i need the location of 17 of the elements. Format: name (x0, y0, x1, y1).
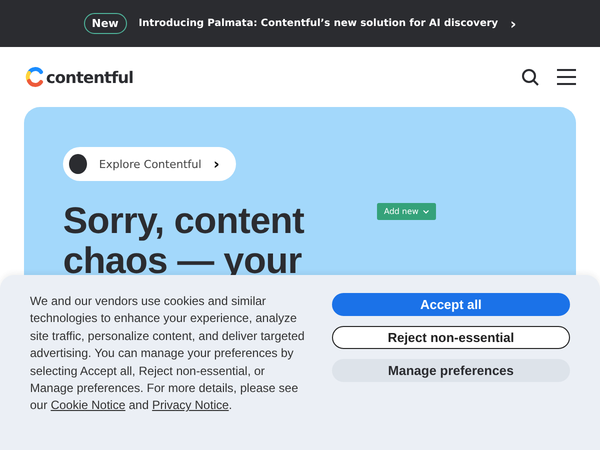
cookie-notice-link[interactable]: Cookie Notice (50, 398, 126, 412)
chevron-icon[interactable]: › (510, 14, 516, 32)
announcement-text[interactable]: Introducing Palmata: Contentful’s new solution for AI discovery (138, 18, 498, 29)
logo-icon[interactable] (25, 67, 45, 87)
secondary-button[interactable]: Manage preferences (332, 359, 570, 382)
hero-headline: Sorry, content chaos — your (63, 201, 306, 281)
new-badge: New (84, 13, 127, 34)
cookie-text: We and our vendors use cookies and similar technologies to enhance your experience, analyze site traffic, personalize content, and deliver targeted advertising. You can manage your preferences by selecting Accept all, Reject non-essential, or Manage preferences. For more details, please see our Cookie Notice and Privacy Notice. (30, 293, 306, 414)
privacy-notice-link[interactable]: Privacy Notice (152, 398, 229, 412)
logo-text[interactable]: contentful (46, 68, 134, 86)
outline-button[interactable]: Reject non-essential (332, 326, 570, 349)
primary-button[interactable]: Accept all (332, 293, 570, 316)
menu-icon[interactable] (557, 69, 576, 85)
search-icon[interactable] (521, 68, 539, 86)
caret-icon (422, 210, 429, 214)
avatar-icon (69, 154, 87, 174)
explore-link[interactable]: Explore Contentful › (63, 147, 236, 181)
